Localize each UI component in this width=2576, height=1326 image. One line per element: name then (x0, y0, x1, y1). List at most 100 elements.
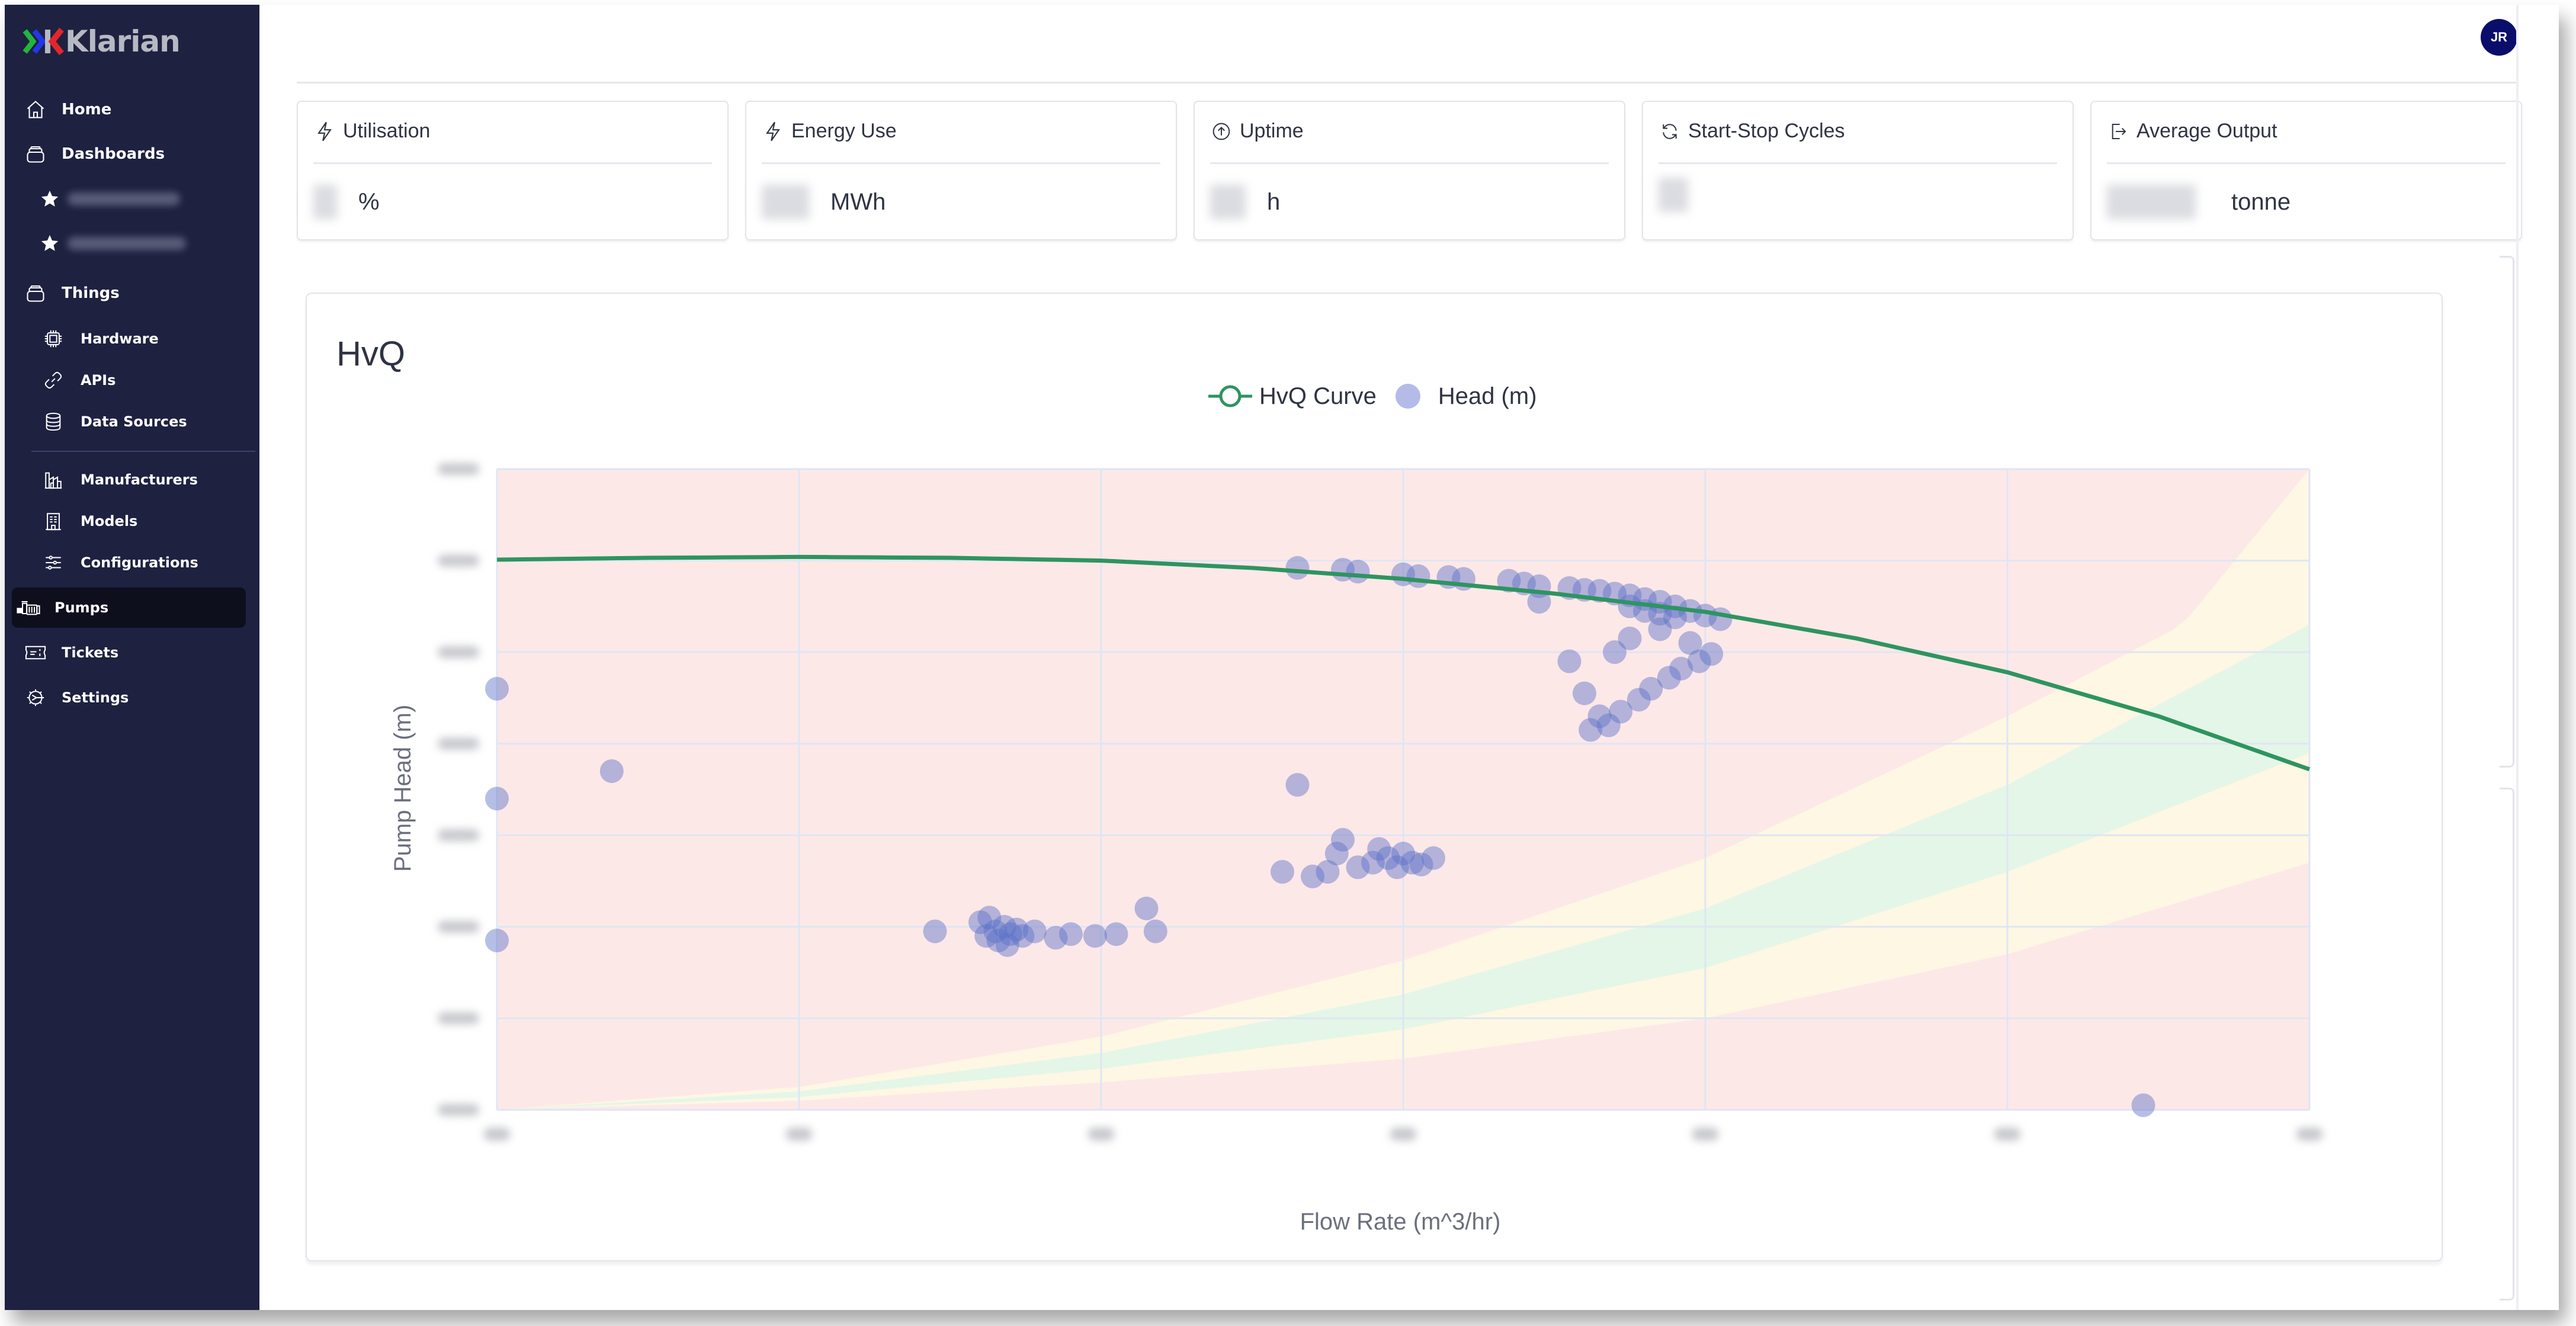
stat-card-utilisation: Utilisation % (297, 101, 729, 240)
stat-divider (313, 162, 712, 164)
stat-unit: % (358, 188, 380, 215)
lightning-icon (315, 121, 335, 142)
refresh-icon (1660, 121, 1680, 142)
stat-unit: tonne (2231, 188, 2291, 215)
scrollbar-track[interactable] (2516, 5, 2519, 1310)
scatter-point (1059, 922, 1083, 946)
sidebar-item-pumps[interactable]: Pumps (12, 587, 246, 628)
y-tick-label-redacted (438, 463, 479, 475)
building-icon (41, 509, 65, 533)
brand-name: Klarian (65, 24, 181, 59)
scatter-point (599, 759, 624, 784)
sidebar-item-manufacturers[interactable]: Manufacturers (17, 460, 254, 500)
stat-unit: h (1267, 188, 1281, 215)
sidebar-divider (31, 451, 255, 452)
home-icon (24, 98, 47, 121)
app-window: Klarian Home Dashboards Things Hardware (5, 5, 2559, 1310)
sidebar-item-label: Things (62, 284, 120, 302)
redacted-stat-value (2107, 185, 2196, 219)
sidebar-item-home[interactable]: Home (17, 89, 254, 130)
redacted-stat-value (1210, 185, 1246, 219)
sidebar-item-label: Dashboards (62, 145, 165, 163)
x-tick-label-redacted (1994, 1128, 2020, 1141)
arrow-up-circle-icon (1211, 121, 1231, 142)
scatter-point (1285, 773, 1310, 797)
scatter-point (1285, 556, 1310, 580)
database-icon (41, 410, 65, 434)
stat-card-uptime: Uptime h (1194, 101, 1625, 240)
sidebar-item-label: Manufacturers (81, 471, 198, 488)
stat-unit: MWh (830, 188, 886, 215)
y-tick-label-redacted (438, 554, 479, 567)
sidebar-item-dashboards[interactable]: Dashboards (17, 134, 254, 174)
scatter-point (1271, 860, 1294, 884)
logo-chevrons-icon (23, 27, 64, 56)
scatter-point (1699, 642, 1724, 666)
stat-card-average-output: Average Output tonne (2090, 101, 2522, 240)
scatter-point (1104, 922, 1128, 946)
stat-title: Uptime (1240, 120, 1304, 142)
x-tick-label-redacted (786, 1128, 812, 1141)
redacted-dashboard-name (68, 192, 180, 206)
stat-card-energy-use: Energy Use MWh (745, 101, 1177, 240)
scatter-point (977, 906, 1002, 930)
sidebar-item-configurations[interactable]: Configurations (17, 542, 254, 583)
y-tick-label-redacted (438, 920, 479, 933)
y-tick-label-redacted (438, 829, 479, 842)
redacted-stat-value (313, 185, 337, 219)
scatter-point (1346, 560, 1370, 584)
scatter-point (485, 786, 509, 811)
sidebar-item-label: Data Sources (81, 413, 187, 430)
adjacent-card-edge (2500, 788, 2514, 1301)
link-icon (41, 368, 65, 392)
stat-title: Average Output (2136, 120, 2277, 142)
sidebar-item-favorite-dashboard-1[interactable] (17, 179, 254, 219)
exit-icon (2108, 121, 2128, 142)
sidebar-item-tickets[interactable]: Tickets (17, 633, 254, 673)
scatter-point (1573, 681, 1596, 705)
sidebar-item-label: Settings (62, 689, 129, 706)
redacted-dashboard-name (68, 237, 186, 250)
scatter-point (995, 933, 1019, 957)
redacted-stat-value (1658, 178, 1688, 212)
stack-icon (24, 142, 47, 166)
scatter-point (1708, 607, 1733, 631)
main-content: JR Utilisation % Energy Use MWh Uptime h… (259, 5, 2559, 1310)
sidebar-item-models[interactable]: Models (17, 501, 254, 541)
sidebar-item-label: Tickets (62, 644, 119, 661)
sidebar-item-things[interactable]: Things (17, 273, 254, 313)
scatter-point (1331, 828, 1355, 852)
scatter-point (1648, 617, 1672, 641)
scatter-point (485, 929, 509, 953)
sidebar-item-label: Pumps (54, 599, 109, 616)
stat-divider (1658, 162, 2057, 164)
sidebar-item-data-sources[interactable]: Data Sources (17, 402, 254, 442)
scatter-point (1083, 924, 1107, 948)
x-tick-label-redacted (1390, 1128, 1416, 1141)
hvq-chart-card: HvQ HvQ Curve Head (m) Flow Rate (m^3/hr… (306, 293, 2443, 1261)
sidebar-item-hardware[interactable]: Hardware (17, 319, 254, 359)
brand-logo[interactable]: Klarian (23, 24, 181, 59)
hvq-chart: Flow Rate (m^3/hr) Pump Head (m) (390, 463, 2322, 1235)
user-avatar[interactable]: JR (2481, 19, 2517, 56)
stack-icon (24, 281, 47, 305)
stat-card-start-stop-cycles: Start-Stop Cycles (1642, 101, 2074, 240)
ticket-icon (24, 641, 47, 664)
sidebar-item-favorite-dashboard-2[interactable] (17, 223, 254, 264)
stat-divider (2107, 162, 2506, 164)
y-tick-label-redacted (438, 646, 479, 659)
x-tick-label-redacted (2296, 1128, 2322, 1141)
x-tick-label-redacted (1088, 1128, 1114, 1141)
scatter-point (1367, 837, 1391, 861)
y-tick-label-redacted (438, 1012, 479, 1025)
header-divider (297, 82, 2519, 84)
scatter-point (923, 919, 947, 943)
factory-icon (41, 468, 65, 492)
sidebar-item-label: Configurations (81, 554, 198, 571)
stat-title: Start-Stop Cycles (1688, 120, 1845, 142)
gear-icon (24, 686, 47, 709)
lightning-icon (763, 121, 783, 142)
scatter-point (1422, 846, 1445, 870)
sidebar-item-apis[interactable]: APIs (17, 360, 254, 400)
sidebar-item-settings[interactable]: Settings (17, 678, 254, 718)
